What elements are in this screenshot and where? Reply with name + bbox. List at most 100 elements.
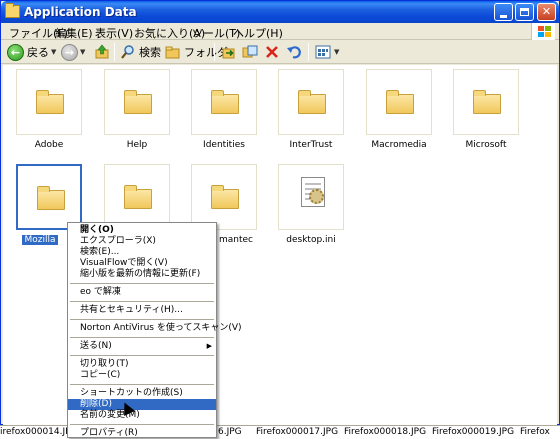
undo-button[interactable] [285,42,303,62]
thumbnail [366,69,432,135]
ctx-send-to[interactable]: 送る(N) ▶ [68,341,216,352]
file-item-desktop-ini[interactable]: desktop.ini [271,164,351,245]
chevron-down-icon: ▼ [334,48,340,56]
minimize-button[interactable] [494,3,513,21]
back-button[interactable]: ← 戻る ▼ [7,42,56,62]
item-label: Microsoft [465,140,507,150]
thumbnail [104,164,170,230]
menu-separator [70,355,214,356]
window-title: Application Data [24,5,137,19]
search-label: 検索 [139,46,161,59]
thumbnail [278,69,344,135]
thumbnail [104,69,170,135]
move-to-icon [220,43,238,61]
delete-button[interactable] [263,42,281,62]
ctx-explorer[interactable]: エクスプローラ(X) [68,236,216,247]
background-file-label: Firefox000018.JPG [344,427,427,437]
context-menu: 開く(O) エクスプローラ(X) 検索(E)... VisualFlowで開く(… [67,222,242,439]
delete-x-icon [263,43,281,61]
folder-icon [5,3,20,18]
maximize-button[interactable] [515,3,534,21]
thumbnail [191,69,257,135]
item-label: Help [126,140,148,150]
thumbnail [16,69,82,135]
folder-icon [124,185,152,209]
menu-edit[interactable]: 編集(E) [55,25,93,41]
background-file-label: Firefox [520,427,550,437]
ctx-properties[interactable]: プロパティ(R) [68,428,216,439]
thumbnail [278,164,344,230]
ctx-sharing-security[interactable]: 共有とセキュリティ(H)... [68,305,216,316]
folder-icon [211,185,239,209]
item-label: desktop.ini [286,235,336,245]
undo-icon [285,43,303,61]
folder-item-help[interactable]: Help [97,69,177,150]
ctx-visualflow[interactable]: VisualFlowで開く(V) [68,258,216,269]
item-label: Adobe [34,140,64,150]
folder-icon [37,186,65,210]
item-label: Mozilla [22,235,58,245]
windows-logo-icon [531,23,555,40]
ctx-rename[interactable]: 名前の変更(M) [68,410,216,421]
menu-view[interactable]: 表示(V) [95,25,133,41]
menu-separator [70,301,214,302]
menu-separator [70,384,214,385]
folders-button[interactable]: フォルダ [164,42,228,62]
back-label: 戻る [27,46,49,59]
search-icon [119,43,137,61]
back-arrow-icon: ← [7,43,24,61]
ctx-refresh-thumbnails[interactable]: 縮小版を最新の情報に更新(F) [68,269,216,280]
folder-item-macromedia[interactable]: Macromedia [359,69,439,150]
ctx-send-to-label: 送る(N) [80,341,112,351]
views-button[interactable]: ▼ [314,42,339,62]
folder-icon [211,90,239,114]
forward-button[interactable]: → ▼ [61,42,85,62]
background-file-label: Firefox000017.JPG [256,427,339,437]
menu-separator [70,424,214,425]
forward-arrow-icon: → [61,43,78,61]
copy-to-button[interactable] [241,42,259,62]
search-button[interactable]: 検索 [119,42,161,62]
copy-to-icon [241,43,259,61]
up-folder-icon [93,43,111,61]
background-file-label: Firefox000019.JPG [432,427,515,437]
folder-icon [36,90,64,114]
thumbnail [191,164,257,230]
folder-icon [386,90,414,114]
ctx-copy[interactable]: コピー(C) [68,370,216,381]
menu-bar: ファイル(F) 編集(E) 表示(V) お気に入り(A) ツール(T) ヘルプ(… [1,23,559,40]
toolbar: ← 戻る ▼ → ▼ 検索 フォルダ ▼ [1,40,559,64]
folder-icon [473,90,501,114]
thumbnail [453,69,519,135]
menu-separator [70,283,214,284]
item-label: Identities [203,140,245,150]
ctx-norton-scan[interactable]: Norton AntiVirus を使ってスキャン(V) [68,323,242,334]
menu-separator [70,319,214,320]
item-label: Macromedia [371,140,427,150]
submenu-arrow-icon: ▶ [206,342,212,350]
folders-icon [164,43,182,61]
ctx-create-shortcut[interactable]: ショートカットの作成(S) [68,388,216,399]
folder-item-intertrust[interactable]: InterTrust [271,69,351,150]
folder-item-identities[interactable]: Identities [184,69,264,150]
folder-icon [298,90,326,114]
thumbnail [16,164,82,230]
menu-help[interactable]: ヘルプ(H) [233,25,283,41]
views-grid-icon [314,43,332,61]
background-file-label: irefox000014.JPG [0,427,78,437]
gear-icon [309,189,324,204]
title-bar[interactable]: Application Data ✕ [1,1,559,23]
folder-item-adobe[interactable]: Adobe [9,69,89,150]
move-to-button[interactable] [220,42,238,62]
chevron-down-icon: ▼ [80,48,86,56]
ctx-open[interactable]: 開く(O) [68,225,216,236]
menu-separator [70,337,214,338]
ctx-delete[interactable]: 削除(D) [68,399,216,410]
ctx-cut[interactable]: 切り取り(T) [68,359,216,370]
folder-item-microsoft[interactable]: Microsoft [446,69,526,150]
ctx-eo-extract[interactable]: eo で解凍 [68,287,216,298]
item-label: InterTrust [289,140,333,150]
up-folder-button[interactable] [93,42,111,62]
ctx-search[interactable]: 検索(E)... [68,247,216,258]
close-button[interactable]: ✕ [537,3,556,21]
